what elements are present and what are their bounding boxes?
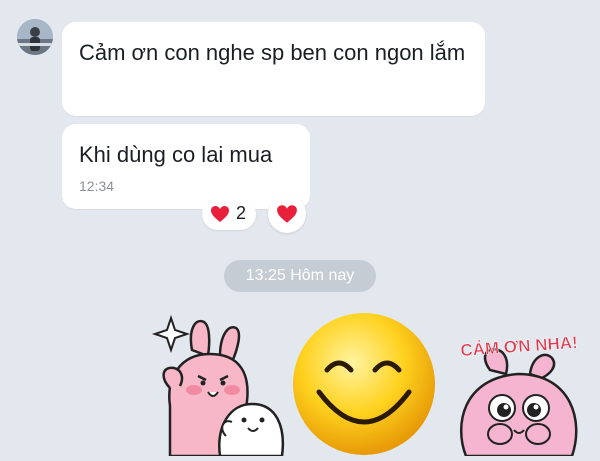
smiley-sticker[interactable] [289,312,439,456]
react-button[interactable] [268,195,306,233]
bunny-sticker-image [151,314,285,458]
message-text: Khi dùng co lai mua [79,142,273,167]
date-separator: 13:25 Hôm nay [224,260,376,292]
smiley-face-image [293,313,435,455]
avatar-photo [17,19,53,55]
heart-icon [211,206,229,222]
reaction-summary[interactable]: 2 [202,198,256,230]
message-timestamp: 12:34 [79,178,115,194]
bunny-sticker[interactable] [140,308,290,458]
message-bubble[interactable]: Khi dùng co lai mua 12:34 [62,124,310,209]
sender-avatar[interactable] [17,19,53,55]
message-bubble[interactable]: Cảm ơn con nghe sp ben con ngon lắm [62,22,485,116]
heart-icon [277,205,297,223]
sticker-caption-text: CẢM ƠN NHA! [460,333,578,358]
sticker-caption: CẢM ƠN NHA! [460,333,579,358]
reaction-count: 2 [236,203,247,223]
thanks-sticker[interactable]: CẢM ƠN NHA! [438,318,600,458]
message-text: Cảm ơn con nghe sp ben con ngon lắm [79,40,466,65]
